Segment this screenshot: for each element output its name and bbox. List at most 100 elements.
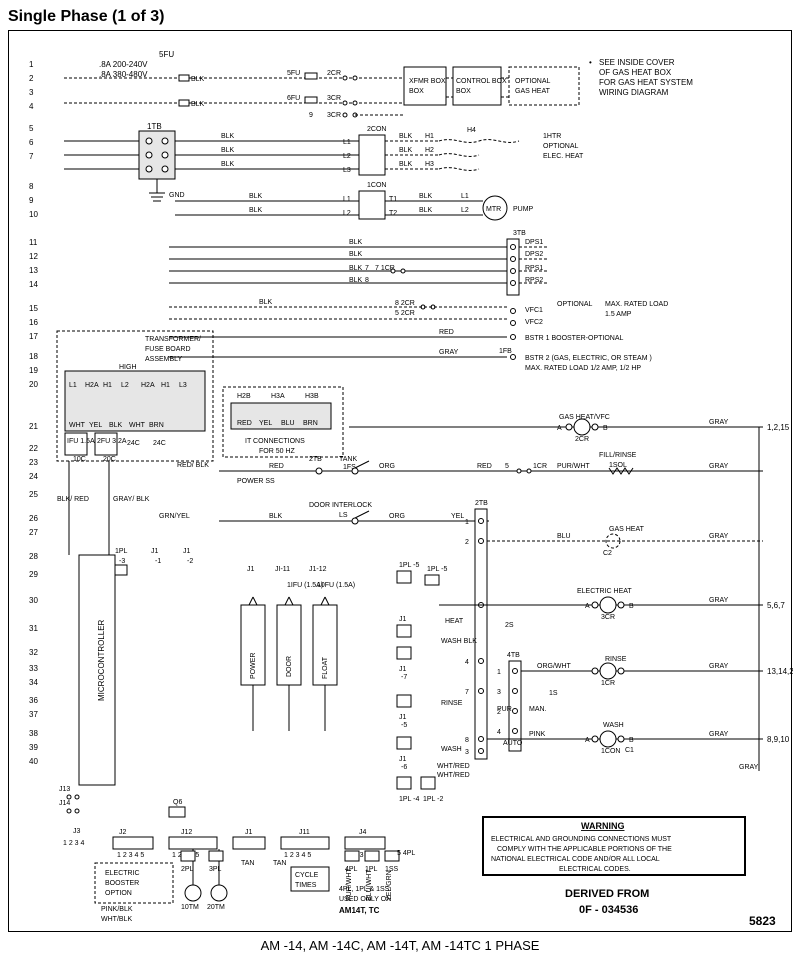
svg-text:J3: J3 (73, 828, 81, 835)
svg-text:B: B (629, 737, 634, 744)
svg-text:BLK: BLK (399, 161, 413, 168)
svg-text:26: 26 (29, 514, 38, 523)
svg-text:POWER: POWER (250, 653, 257, 679)
svg-text:BLK: BLK (419, 207, 433, 214)
svg-text:H3: H3 (425, 161, 434, 168)
svg-text:24: 24 (29, 472, 38, 481)
svg-text:ORG/WHT: ORG/WHT (537, 663, 572, 670)
svg-text:21: 21 (29, 422, 38, 431)
row-numbers-left: 1 2 3 4 5 6 7 8 9 10 11 12 13 14 15 16 1… (29, 60, 38, 766)
svg-text:LS: LS (339, 512, 348, 519)
derived-from: DERIVED FROM 0F - 034536 (565, 888, 649, 916)
svg-text:H2: H2 (425, 147, 434, 154)
svg-text:T2: T2 (389, 210, 397, 217)
svg-text:27: 27 (29, 528, 38, 537)
svg-text:23: 23 (29, 458, 38, 467)
svg-text:J1: J1 (183, 548, 191, 555)
warning-box: WARNING ELECTRICAL AND GROUNDING CONNECT… (483, 817, 745, 875)
svg-text:-7: -7 (401, 674, 407, 681)
svg-text:1PL: 1PL (115, 548, 128, 555)
svg-text:GAS HEAT: GAS HEAT (515, 88, 551, 95)
svg-text:15: 15 (29, 304, 38, 313)
svg-text:39: 39 (29, 743, 38, 752)
svg-text:PINK/BLK: PINK/BLK (101, 906, 133, 913)
svg-text:BLU: BLU (557, 533, 571, 540)
svg-text:3TB: 3TB (513, 230, 526, 237)
svg-text:8: 8 (465, 737, 469, 744)
svg-text:31: 31 (29, 624, 38, 633)
svg-text:•: • (589, 58, 592, 67)
svg-text:DERIVED FROM: DERIVED FROM (565, 888, 649, 900)
svg-text:J12: J12 (181, 829, 192, 836)
svg-text:WASH: WASH (441, 746, 462, 753)
svg-text:MTR: MTR (486, 206, 501, 213)
footer-caption: AM -14, AM -14C, AM -14T, AM -14TC 1 PHA… (8, 938, 792, 953)
svg-text:JI-11: JI-11 (275, 566, 290, 573)
svg-text:WHT: WHT (129, 422, 146, 429)
svg-text:7: 7 (365, 265, 369, 272)
svg-text:38: 38 (29, 729, 38, 738)
svg-text:J1: J1 (399, 666, 407, 673)
svg-text:BOX: BOX (456, 88, 471, 95)
svg-text:-3: -3 (119, 558, 125, 565)
svg-text:5,6,7: 5,6,7 (767, 601, 785, 610)
svg-text:H1: H1 (103, 382, 112, 389)
svg-text:J2: J2 (119, 829, 127, 836)
svg-text:3PL: 3PL (209, 866, 222, 873)
svg-text:RPS2: RPS2 (525, 277, 543, 284)
svg-text:25: 25 (29, 490, 38, 499)
svg-text:1PL -5: 1PL -5 (427, 566, 447, 573)
svg-text:XFMR BOX: XFMR BOX (409, 78, 446, 85)
svg-text:2: 2 (465, 539, 469, 546)
svg-text:1PL -5: 1PL -5 (399, 562, 419, 569)
svg-text:1: 1 (29, 60, 34, 69)
svg-text:J14: J14 (59, 800, 70, 807)
svg-text:FUSE BOARD: FUSE BOARD (145, 346, 191, 353)
svg-text:2CR: 2CR (327, 70, 341, 77)
svg-text:1,2,15: 1,2,15 (767, 423, 790, 432)
svg-text:YEL: YEL (451, 513, 464, 520)
svg-text:USED ONLY ON: USED ONLY ON (339, 896, 391, 903)
svg-text:BLK: BLK (259, 299, 273, 306)
svg-text:L2: L2 (461, 207, 469, 214)
svg-text:BLK: BLK (349, 239, 363, 246)
svg-text:1HTR: 1HTR (543, 133, 561, 140)
svg-text:2TB: 2TB (475, 500, 488, 507)
svg-text:H4: H4 (467, 127, 476, 134)
pushbuttons: POWER DOOR FLOAT J1 JI-11 J1-12 1IFU (1.… (241, 566, 355, 731)
svg-text:OPTIONAL: OPTIONAL (543, 143, 579, 150)
svg-text:TANK: TANK (339, 456, 357, 463)
svg-text:32: 32 (29, 648, 38, 657)
svg-text:VFC1: VFC1 (525, 307, 543, 314)
svg-text:1CR: 1CR (601, 680, 615, 687)
svg-text:BLK/ RED: BLK/ RED (57, 496, 89, 503)
svg-text:WASH: WASH (603, 722, 624, 729)
xfmr-box (404, 67, 446, 105)
svg-text:J1: J1 (247, 566, 255, 573)
svg-text:J1: J1 (245, 829, 253, 836)
svg-text:J4: J4 (359, 829, 367, 836)
svg-text:2FU 3.2A: 2FU 3.2A (97, 438, 127, 445)
svg-text:PUR/WHT: PUR/WHT (557, 463, 590, 470)
svg-text:GAS HEAT: GAS HEAT (609, 526, 645, 533)
page-title: Single Phase (1 of 3) (8, 8, 792, 26)
svg-text:3CR: 3CR (327, 95, 341, 102)
svg-text:14: 14 (29, 280, 38, 289)
svg-text:MICROCONTROLLER: MICROCONTROLLER (97, 619, 106, 701)
svg-text:3CR: 3CR (327, 112, 341, 119)
right-rail: GAS HEAT/VFC 2CR A B GRAY 1,2,15 POWER S… (177, 414, 793, 779)
terminal-2tb (475, 509, 487, 759)
svg-text:8: 8 (365, 277, 369, 284)
svg-text:1FB: 1FB (499, 348, 512, 355)
electric-booster-option: ELECTRIC BOOSTER OPTION PINK/BLK WHT/BLK (95, 863, 173, 923)
svg-text:ELECTRIC: ELECTRIC (105, 870, 140, 877)
svg-text:PUMP: PUMP (513, 206, 534, 213)
svg-text:H2A: H2A (85, 382, 99, 389)
svg-text:J13: J13 (59, 786, 70, 793)
svg-text:BLK: BLK (191, 76, 205, 83)
svg-text:0F - 034536: 0F - 034536 (579, 904, 638, 916)
svg-text:ORG: ORG (379, 463, 395, 470)
relay-2cr: 8 2CR 5 2CR BLK (169, 299, 507, 319)
svg-text:L2: L2 (343, 210, 351, 217)
svg-text:H2A: H2A (141, 382, 155, 389)
